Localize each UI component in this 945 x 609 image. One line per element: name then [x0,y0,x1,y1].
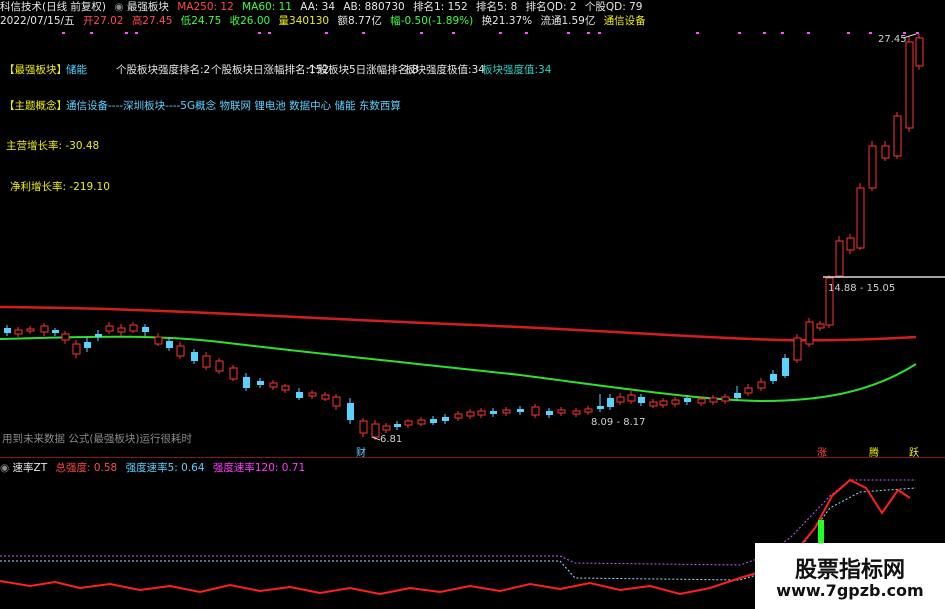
quote-change: 幅-0.50(-1.89%) [390,15,474,27]
ma60-line [0,335,917,403]
rank-5day: 个股板块5日涨幅排名:8 [307,64,419,76]
circle-icon[interactable]: ◉ [114,1,123,13]
rankqd-value: 排名QD: 2 [525,1,577,13]
theme-label: 【主题概念】 [4,100,67,112]
revenue-growth: 主营增长率: -30.48 [6,140,100,152]
strength-value: 板块强度值:34 [482,64,552,76]
indicator-name[interactable]: 最强板块 [127,1,169,13]
top-dots [62,32,919,34]
aa-value: AA: 34 [300,1,336,13]
future-data-note: 用到未来数据 公式(最强板块)运行很耗时 [2,433,193,445]
indicator-header: 科信技术(日线 前复权) ◉ 最强板块 MA250: 12 MA60: 11 A… [0,0,647,14]
gegu-value: 个股QD: 79 [584,1,643,13]
price-mid-label: 8.09 - 8.17 [591,417,646,428]
price-top-label: 27.45 [878,34,907,45]
kline-chart[interactable] [0,28,945,457]
quote-turnover: 换21.37% [481,15,533,27]
quote-high: 高27.45 [131,15,173,27]
quote-open: 开27.02 [82,15,124,27]
quote-volume: 量340130 [278,15,330,27]
ma250-line [0,305,917,342]
watermark-url: www.7gpzb.com [776,581,924,600]
quote-amount: 额8.77亿 [337,15,382,27]
strength-limit: 板块强度极值:34 [405,64,485,76]
watermark: 股票指标网 www.7gpzb.com [755,543,945,609]
quote-header: 2022/07/15/五 开27.02 高27.45 低24.75 收26.00… [0,14,651,28]
quote-low: 低24.75 [180,15,222,27]
price-low-label: 6.81 [380,434,403,445]
stock-title[interactable]: 科信技术(日线 前复权) [0,1,106,13]
profit-growth: 净利增长率: -219.10 [10,181,110,193]
rank-strength: 个股板块强度排名:2 [116,64,211,76]
price-range-label: 14.88 - 15.05 [828,283,896,294]
ab-value: AB: 880730 [343,1,405,13]
quote-sector[interactable]: 通信设备 [604,15,646,27]
quote-close: 收26.00 [229,15,271,27]
quote-float: 流通1.59亿 [540,15,596,27]
candles [4,34,924,440]
watermark-title: 股票指标网 [794,558,905,583]
rank5-value: 排名5: 8 [476,1,518,13]
strongest-label: 【最强板块】 [4,64,67,76]
quote-date: 2022/07/15/五 [0,15,75,27]
ma250-value: MA250: 12 [177,1,234,13]
theme-value: 通信设备----深圳板块----5G概念 物联网 锂电池 数据中心 储能 东数西… [66,100,401,112]
rank1-value: 排名1: 152 [413,1,468,13]
strongest-value: 储能 [66,64,87,76]
ma60-value: MA60: 11 [242,1,292,13]
